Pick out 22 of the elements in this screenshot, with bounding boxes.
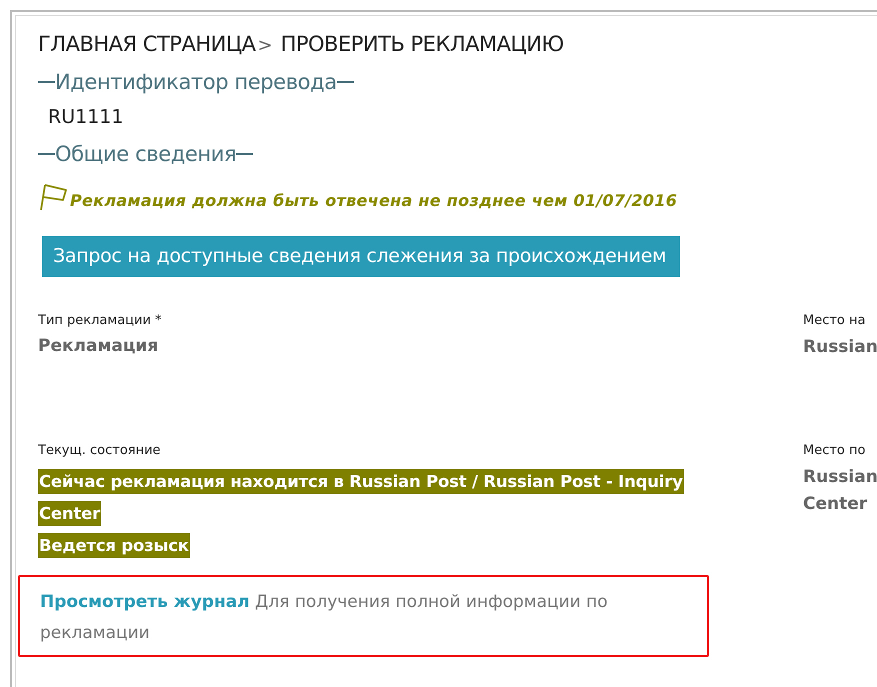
breadcrumb-separator: > xyxy=(257,35,273,56)
section-legend: Общие сведения xyxy=(55,142,236,166)
status-text: Ведется розыск xyxy=(38,533,190,558)
page-title: ПРОВЕРИТЬ РЕКЛАМАЦИЮ xyxy=(280,32,564,56)
field-value: Рекламация xyxy=(38,336,160,356)
field-value: Russian xyxy=(803,336,877,359)
transfer-id: RU1111 xyxy=(48,106,124,128)
field-value: Russian xyxy=(803,466,877,489)
status-text: Сейчас рекламация находится в Russian Post / Russian Post - Inquiry xyxy=(38,469,684,494)
section-legend: Идентификатор перевода xyxy=(55,70,337,94)
tracking-request-button[interactable]: Запрос на доступные сведения слежения за происхождением xyxy=(42,236,680,277)
breadcrumb-link[interactable]: ГЛАВНАЯ СТРАНИЦА xyxy=(38,32,256,56)
deadline-text: Рекламация должна быть отвечена не позднее чем 01/07/2016 xyxy=(70,191,678,212)
field-label: Место по xyxy=(803,443,866,458)
field-value: Center xyxy=(803,493,868,516)
log-note-text: Просмотреть журнал Для получения полной информации по рекламации xyxy=(40,591,609,645)
status-text: Center xyxy=(38,501,102,526)
view-log-link[interactable]: Просмотреть журнал xyxy=(40,592,250,612)
field-label: Текущ. состояние xyxy=(38,443,162,458)
flag-icon xyxy=(38,182,68,212)
field-label: Тип рекламации * xyxy=(38,313,163,328)
field-label: Место на xyxy=(803,313,866,328)
